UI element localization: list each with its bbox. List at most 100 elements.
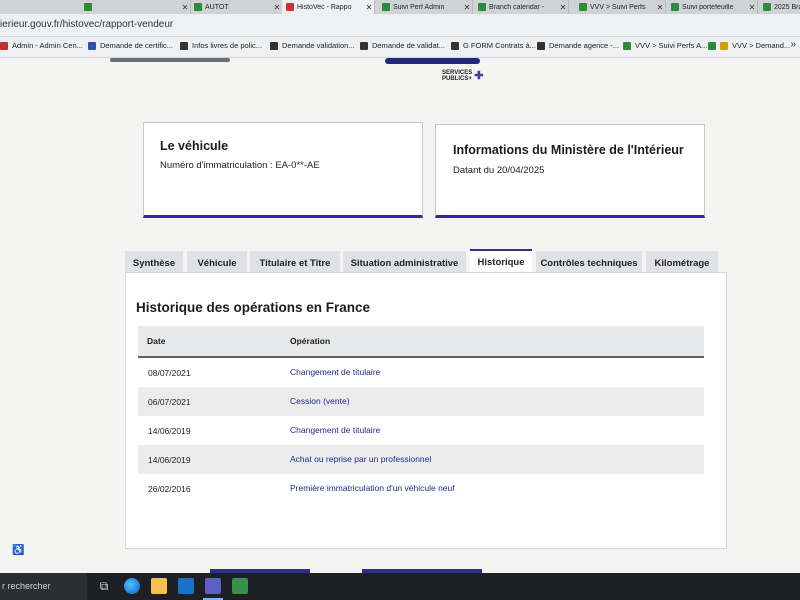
browser-tab[interactable]: AUTOT ✕ <box>190 0 283 14</box>
bookmarks-more-button[interactable]: » <box>790 39 796 50</box>
browser-tab[interactable]: Suivi portefeuille ✕ <box>667 0 758 14</box>
bookmark-item[interactable]: Demande agence -... <box>537 41 619 50</box>
row-date: 06/07/2021 <box>148 397 191 407</box>
row-date: 14/06/2019 <box>148 426 191 436</box>
tab-title: HistoVec - Rappo <box>297 3 352 11</box>
row-date: 14/06/2019 <box>148 455 191 465</box>
logo-text: PUBLICS+ <box>442 76 472 82</box>
tab-title: Branch calendar - <box>489 3 545 11</box>
tab-favicon-icon <box>763 3 771 11</box>
header-decoration <box>110 58 230 62</box>
table-header: Date Opération <box>138 326 704 358</box>
bookmark-icon <box>537 41 545 50</box>
address-bar[interactable]: ierieur.gouv.fr/histovec/rapport-vendeur <box>0 14 800 37</box>
bookmark-label: Admin - Admin Cen... <box>12 41 83 50</box>
taskbar-search-input[interactable]: r rechercher <box>0 573 87 600</box>
plus-icon: ✚ <box>474 70 484 82</box>
bookmark-icon <box>180 41 188 50</box>
column-header-operation: Opération <box>290 336 331 346</box>
edge-icon[interactable] <box>124 578 140 594</box>
section-title: Historique des opérations en France <box>136 300 371 315</box>
browser-tab[interactable]: ✕ <box>80 0 191 14</box>
bookmark-icon <box>720 41 728 50</box>
tab-situation-administrative[interactable]: Situation administrative <box>343 251 466 273</box>
url-text[interactable]: ierieur.gouv.fr/histovec/rapport-vendeur <box>0 19 173 30</box>
tab-synthese[interactable]: Synthèse <box>125 251 183 273</box>
tab-favicon-icon <box>286 3 294 11</box>
bookmark-label: VVV > Demand... <box>732 41 791 50</box>
header-strip <box>110 58 480 66</box>
calculator-icon[interactable] <box>232 578 248 594</box>
table-row: 26/02/2016 Première immatriculation d'un… <box>138 474 704 503</box>
bookmark-icon <box>360 41 368 50</box>
services-publics-logo: SERVICES PUBLICS+ ✚ <box>442 70 483 82</box>
bookmark-item[interactable]: Admin - Admin Cen... <box>0 41 83 50</box>
bookmark-label: Infos livres de polic... <box>192 41 263 50</box>
task-view-icon[interactable]: ⧉ <box>96 578 112 594</box>
bookmark-icon <box>708 41 716 50</box>
tab-historique[interactable]: Historique <box>470 249 532 273</box>
browser-tab[interactable]: VVV > Suivi Perfs ✕ <box>575 0 666 14</box>
tab-titulaire-titre[interactable]: Titulaire et Titre <box>250 251 340 273</box>
registration-number: Numéro d'immatriculation : EA-0**-AE <box>160 160 320 171</box>
bookmark-item[interactable]: Demande de certific... <box>88 41 173 50</box>
tab-favicon-icon <box>478 3 486 11</box>
bookmarks-bar: Admin - Admin Cen... Demande de certific… <box>0 37 800 58</box>
accessibility-icon[interactable]: ♿ <box>12 545 24 556</box>
card-title: Le véhicule <box>160 139 229 153</box>
bookmark-label: G FORM Contrats à... <box>463 41 536 50</box>
column-header-date: Date <box>147 336 166 346</box>
tab-favicon-icon <box>84 3 92 11</box>
page-content: SERVICES PUBLICS+ ✚ Le véhicule Numéro d… <box>0 58 800 573</box>
tab-title: 2025 Bra <box>774 3 800 11</box>
bookmark-icon <box>88 41 96 50</box>
row-date: 08/07/2021 <box>148 368 191 378</box>
ministry-card: Informations du Ministère de l'Intérieur… <box>435 124 705 218</box>
bookmark-label: Demande de validat... <box>372 41 445 50</box>
browser-tab[interactable]: Branch calendar - ✕ <box>474 0 569 14</box>
bookmark-icon <box>270 41 278 50</box>
bookmark-item[interactable]: Infos livres de polic... <box>180 41 262 50</box>
table-row: 14/06/2019 Achat ou reprise par un profe… <box>138 445 704 474</box>
tab-title: VVV > Suivi Perfs <box>590 3 646 11</box>
tab-vehicule[interactable]: Véhicule <box>187 251 247 273</box>
bookmark-item[interactable]: VVV > Demand... <box>708 41 790 50</box>
bookmark-item[interactable]: VVV > Suivi Perfs A... <box>623 41 707 50</box>
bookmark-label: Demande validation... <box>282 41 355 50</box>
close-icon[interactable]: ✕ <box>364 3 374 12</box>
bookmark-item[interactable]: Demande validation... <box>270 41 355 50</box>
browser-tab[interactable]: Suivi Perf Admin ✕ <box>378 0 473 14</box>
history-panel: Historique des opérations en France Date… <box>125 272 727 549</box>
file-explorer-icon[interactable] <box>151 578 167 594</box>
bookmark-icon <box>451 41 459 50</box>
browser-tab-active[interactable]: HistoVec - Rappo ✕ <box>282 0 375 14</box>
tab-controles-techniques[interactable]: Contrôles techniques <box>536 251 642 273</box>
taskbar: r rechercher ⧉ <box>0 573 800 600</box>
teams-icon[interactable] <box>205 578 221 594</box>
table-row: 14/06/2019 Changement de titulaire <box>138 416 704 445</box>
close-icon[interactable]: ✕ <box>558 3 568 12</box>
header-decoration <box>385 58 480 64</box>
table-row: 08/07/2021 Changement de titulaire <box>138 358 704 387</box>
tab-kilometrage[interactable]: Kilométrage <box>646 251 718 273</box>
close-icon[interactable]: ✕ <box>655 3 665 12</box>
close-icon[interactable]: ✕ <box>272 3 282 12</box>
tab-favicon-icon <box>671 3 679 11</box>
bookmark-label: VVV > Suivi Perfs A... <box>635 41 708 50</box>
table-row: 06/07/2021 Cession (vente) <box>138 387 704 416</box>
bookmark-item[interactable]: G FORM Contrats à... <box>451 41 536 50</box>
close-icon[interactable]: ✕ <box>747 3 757 12</box>
bookmark-item[interactable]: Demande de validat... <box>360 41 445 50</box>
browser-tab[interactable]: 2025 Bra <box>759 0 800 14</box>
tab-title: Suivi portefeuille <box>682 3 734 11</box>
row-operation: Achat ou reprise par un professionnel <box>290 454 432 464</box>
row-operation: Changement de titulaire <box>290 425 381 435</box>
tab-favicon-icon <box>382 3 390 11</box>
close-icon[interactable]: ✕ <box>180 3 190 12</box>
close-icon[interactable]: ✕ <box>462 3 472 12</box>
bookmark-icon <box>0 41 8 50</box>
outlook-icon[interactable] <box>178 578 194 594</box>
tab-title: AUTOT <box>205 3 229 11</box>
row-date: 26/02/2016 <box>148 484 191 494</box>
row-operation: Changement de titulaire <box>290 367 381 377</box>
